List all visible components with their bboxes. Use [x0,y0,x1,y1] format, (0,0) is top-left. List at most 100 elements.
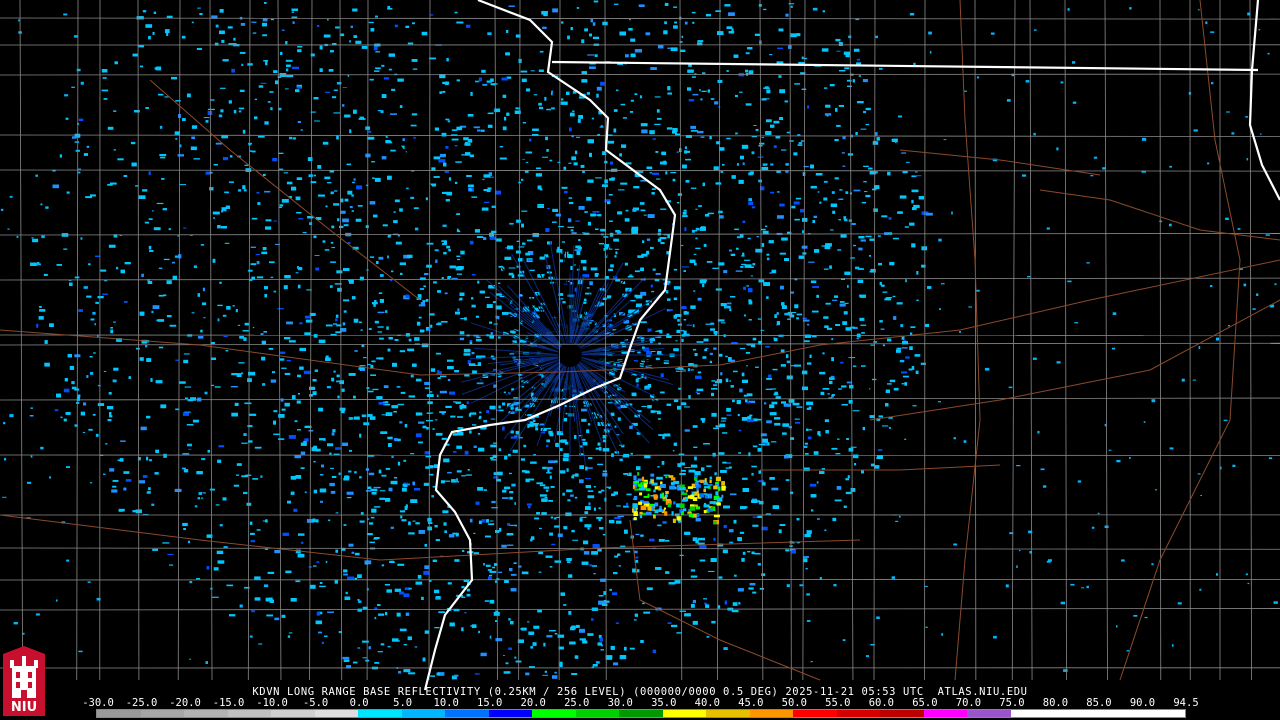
echo-pixel [753,125,757,126]
echo-pixel [350,25,353,28]
echo-pixel [424,544,427,547]
echo-pixel [847,85,852,87]
echo-pixel [388,53,395,57]
echo-pixel [785,354,789,359]
echo-pixel [570,27,573,31]
echo-pixel [1016,465,1021,467]
echo-pixel [701,90,707,92]
echo-pixel [441,240,447,243]
echo-pixel [403,593,410,597]
echo-pixel [610,264,614,268]
echo-pixel [555,442,559,447]
echo-pixel [454,674,459,677]
echo-pixel [590,18,594,23]
echo-pixel [465,152,471,156]
echo-pixel [225,350,229,352]
echo-pixel [103,98,108,100]
echo-pixel [191,125,198,129]
echo-pixel [158,294,164,297]
echo-pixel [742,379,748,383]
echo-pixel [424,630,430,634]
echo-pixel [692,324,695,328]
echo-pixel [684,146,687,149]
echo-pixel [475,315,479,318]
echo-pixel [437,290,441,293]
echo-pixel [481,519,485,523]
echo-pixel [766,420,772,424]
echo-pixel [726,137,731,140]
echo-pixel [258,135,265,138]
echo-pixel [310,53,315,57]
echo-pixel [613,491,618,495]
echo-pixel [270,379,277,383]
echo-pixel [597,642,602,646]
echo-pixel [679,473,686,475]
echo-pixel [804,533,811,538]
echo-pixel [589,33,592,37]
echo-pixel [718,452,725,455]
echo-pixel [104,280,108,282]
echo-pixel [401,519,407,522]
echo-pixel [89,356,93,358]
echo-pixel [117,158,124,161]
echo-pixel [365,490,372,492]
echo-pixel [824,529,827,532]
echo-pixel [673,297,678,301]
echo-pixel [399,628,407,632]
echo-pixel [704,214,710,217]
echo-pixel [538,551,543,555]
echo-pixel [447,120,450,123]
echo-pixel [549,566,553,568]
echo-pixel [632,568,636,573]
echo-pixel [704,493,708,495]
echo-pixel [801,56,804,60]
storm-pixel [713,485,718,490]
county-line [177,0,181,681]
echo-pixel [296,177,303,180]
echo-pixel [681,338,684,342]
echo-pixel [781,237,788,241]
echo-pixel [182,453,190,455]
echo-pixel [9,195,13,198]
echo-pixel [654,123,661,125]
echo-pixel [483,489,487,491]
echo-pixel [285,59,293,62]
storm-pixel [703,482,708,485]
echo-pixel [297,374,301,378]
echo-pixel [773,145,777,149]
echo-pixel [732,399,735,403]
echo-pixel [333,370,336,373]
echo-pixel [683,311,687,315]
echo-pixel [733,519,737,524]
echo-pixel [581,408,587,412]
echo-pixel [625,550,631,553]
echo-pixel [374,607,378,610]
echo-pixel [574,496,578,499]
echo-pixel [446,245,450,249]
echo-pixel [158,267,163,269]
echo-pixel [474,673,480,675]
echo-pixel [763,282,770,286]
echo-pixel [249,635,253,638]
echo-pixel [598,595,604,597]
echo-pixel [292,66,299,69]
echo-pixel [456,79,460,82]
echo-pixel [700,418,706,421]
echo-pixel [513,562,517,564]
echo-pixel [385,498,391,502]
echo-pixel [673,268,678,271]
echo-pixel [791,549,796,554]
echo-pixel [263,60,269,62]
echo-pixel [357,608,362,612]
echo-pixel [456,21,464,24]
echo-pixel [297,46,303,48]
echo-pixel [647,405,652,409]
echo-pixel [558,226,564,228]
echo-pixel [147,281,153,284]
echo-pixel [810,494,817,498]
echo-pixel [566,91,570,95]
storm-pixel [639,492,643,496]
echo-pixel [521,210,528,212]
echo-pixel [673,6,678,8]
county-line [759,0,764,681]
